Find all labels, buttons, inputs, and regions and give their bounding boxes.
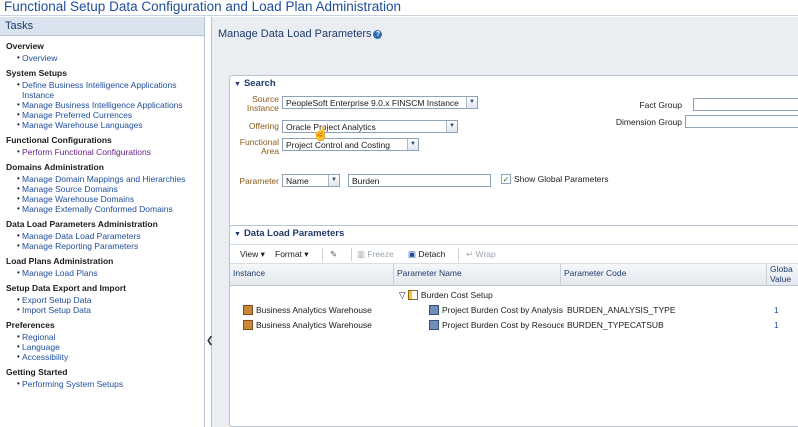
global-value-link[interactable]: 1 bbox=[771, 303, 782, 317]
task-link[interactable]: Overview bbox=[0, 53, 204, 63]
search-panel: ▼ Search Source Instance PeopleSoft Enterp… bbox=[229, 75, 798, 230]
app-titlebar: Functional Setup Data Configuration and … bbox=[0, 0, 798, 16]
task-link[interactable]: Manage Domain Mappings and Hierarchies bbox=[0, 174, 204, 184]
collapse-caret-icon[interactable]: ▼ bbox=[234, 81, 241, 88]
group-row[interactable]: ▽ Burden Cost Setup bbox=[230, 288, 798, 302]
chevron-down-icon[interactable]: ▼ bbox=[407, 139, 418, 150]
task-section-heading: Preferences bbox=[6, 320, 55, 330]
collapse-caret-icon[interactable]: ▼ bbox=[234, 231, 241, 238]
page-title: Manage Data Load Parameters? bbox=[218, 28, 383, 40]
tasks-header: Tasks bbox=[0, 17, 204, 36]
warehouse-icon bbox=[243, 305, 253, 315]
task-section-heading: Load Plans Administration bbox=[6, 256, 114, 266]
pencil-icon[interactable]: ✎ bbox=[330, 249, 337, 260]
task-section-heading: Data Load Parameters Administration bbox=[6, 219, 158, 229]
col-instance[interactable]: Instance bbox=[230, 264, 394, 286]
hierarchy-icon bbox=[407, 290, 418, 300]
source-instance-label: Source Instance bbox=[246, 94, 279, 113]
task-link[interactable]: Import Setup Data bbox=[0, 305, 204, 315]
table-header: Instance Parameter Name Parameter Code G… bbox=[230, 264, 798, 286]
task-link[interactable]: Manage Data Load Parameters bbox=[0, 231, 204, 241]
task-link[interactable]: Manage Warehouse Languages bbox=[0, 120, 204, 130]
task-link[interactable]: Manage Preferred Currences bbox=[0, 110, 204, 120]
task-link[interactable]: Regional bbox=[0, 332, 204, 342]
task-link[interactable]: Accessibility bbox=[0, 352, 204, 362]
task-link[interactable]: Manage Business Intelligence Application… bbox=[0, 100, 204, 110]
offering-select[interactable]: Oracle Project Analytics ▼ bbox=[282, 120, 458, 133]
parameter-code-cell: BURDEN_ANALYSIS_TYPE bbox=[567, 305, 676, 315]
data-load-parameters-panel: ▼ Data Load Parameters View ▾ Format ▾ ✎ … bbox=[229, 225, 798, 427]
panel-splitter[interactable]: ❮ bbox=[205, 17, 214, 427]
format-menu[interactable]: Format ▾ bbox=[275, 249, 309, 260]
detach-button[interactable]: ▣ Detach bbox=[408, 249, 445, 260]
functional-area-label: Functional Area bbox=[239, 137, 279, 156]
task-section-heading: Getting Started bbox=[6, 367, 68, 377]
chevron-down-icon[interactable]: ▼ bbox=[466, 97, 477, 108]
instance-cell: Business Analytics Warehouse bbox=[240, 303, 375, 317]
task-link[interactable]: Define Business Intelligence Application… bbox=[0, 80, 204, 90]
detach-icon: ▣ bbox=[408, 249, 417, 259]
table-row[interactable]: Business Analytics Warehouse Project Burd… bbox=[230, 303, 798, 317]
dlp-header[interactable]: ▼ Data Load Parameters bbox=[230, 226, 798, 241]
task-link[interactable]: Language bbox=[0, 342, 204, 352]
global-value-link[interactable]: 1 bbox=[771, 318, 782, 332]
dlp-header-label: Data Load Parameters bbox=[243, 228, 345, 239]
task-link[interactable]: Manage Externally Conformed Domains bbox=[0, 204, 204, 214]
dimension-group-input[interactable] bbox=[685, 115, 798, 128]
col-parameter-name[interactable]: Parameter Name bbox=[394, 264, 561, 286]
help-icon[interactable]: ? bbox=[373, 30, 383, 39]
col-global-value[interactable]: Globa Value bbox=[767, 264, 798, 286]
parameter-label: Parameter bbox=[239, 176, 279, 186]
wrap-button[interactable]: ↵ Wrap bbox=[466, 249, 496, 260]
table-row[interactable]: Business Analytics Warehouse Project Burd… bbox=[230, 318, 798, 332]
parameter-icon bbox=[429, 320, 439, 330]
fact-group-label: Fact Group bbox=[639, 100, 682, 110]
task-link[interactable]: Perform Functional Configurations bbox=[0, 147, 204, 157]
task-link[interactable]: Manage Source Domains bbox=[0, 184, 204, 194]
task-section-heading: Functional Configurations bbox=[6, 135, 112, 145]
source-instance-select[interactable]: PeopleSoft Enterprise 9.0.x FINSCM Insta… bbox=[282, 96, 478, 109]
show-global-label: Show Global Parameters bbox=[514, 174, 609, 184]
task-link[interactable]: Performing System Setups bbox=[0, 379, 204, 389]
chevron-down-icon[interactable]: ▼ bbox=[446, 121, 457, 132]
view-menu[interactable]: View ▾ bbox=[240, 249, 265, 260]
tasks-panel: Tasks Overview Overview System Setups Defin… bbox=[0, 17, 205, 427]
task-link-continued[interactable]: Instance bbox=[0, 90, 204, 100]
task-section-heading: Domains Administration bbox=[6, 162, 104, 172]
mouse-cursor-icon: ☝ bbox=[312, 125, 330, 141]
freeze-button[interactable]: ▥ Freeze bbox=[357, 249, 394, 260]
table-toolbar: View ▾ Format ▾ ✎ ▥ Freeze ▣ Detach ↵ Wr… bbox=[230, 244, 798, 264]
instance-cell: Business Analytics Warehouse bbox=[240, 318, 375, 332]
parameter-code-cell: BURDEN_TYPECATSUB bbox=[567, 320, 664, 330]
show-global-checkbox[interactable]: ✓ bbox=[501, 174, 511, 184]
page-title-text: Manage Data Load Parameters bbox=[218, 28, 372, 40]
chevron-down-icon[interactable]: ▼ bbox=[328, 175, 339, 186]
dimension-group-label: Dimension Group bbox=[615, 117, 682, 127]
task-link[interactable]: Manage Reporting Parameters bbox=[0, 241, 204, 251]
parameter-name-cell: Project Burden Cost by Analysis bbox=[426, 303, 564, 317]
offering-label: Offering bbox=[248, 121, 279, 131]
functional-area-select[interactable]: Project Control and Costing ▼ bbox=[282, 138, 419, 151]
parameter-type-select[interactable]: Name ▼ bbox=[282, 174, 340, 187]
task-section-heading: Setup Data Export and Import bbox=[6, 283, 126, 293]
search-header[interactable]: ▼ Search bbox=[230, 76, 798, 91]
main-region: Manage Data Load Parameters? ▼ Search Sou… bbox=[212, 17, 798, 427]
fact-group-input[interactable] bbox=[693, 98, 798, 111]
task-link[interactable]: Export Setup Data bbox=[0, 295, 204, 305]
parameter-icon bbox=[429, 305, 439, 315]
warehouse-icon bbox=[243, 320, 253, 330]
app-title: Functional Setup Data Configuration and … bbox=[4, 0, 402, 14]
task-link[interactable]: Manage Load Plans bbox=[0, 268, 204, 278]
col-parameter-code[interactable]: Parameter Code bbox=[561, 264, 767, 286]
expand-caret-icon[interactable]: ▽ bbox=[399, 290, 406, 300]
search-header-label: Search bbox=[243, 78, 276, 89]
task-section-heading: Overview bbox=[6, 41, 44, 51]
parameter-name-cell: Project Burden Cost by Resouce bbox=[426, 318, 564, 332]
task-link[interactable]: Manage Warehouse Domains bbox=[0, 194, 204, 204]
tasks-list: Overview Overview System Setups Define Busi… bbox=[0, 41, 204, 389]
parameter-input[interactable]: Burden bbox=[348, 174, 491, 187]
task-section-heading: System Setups bbox=[6, 68, 67, 78]
